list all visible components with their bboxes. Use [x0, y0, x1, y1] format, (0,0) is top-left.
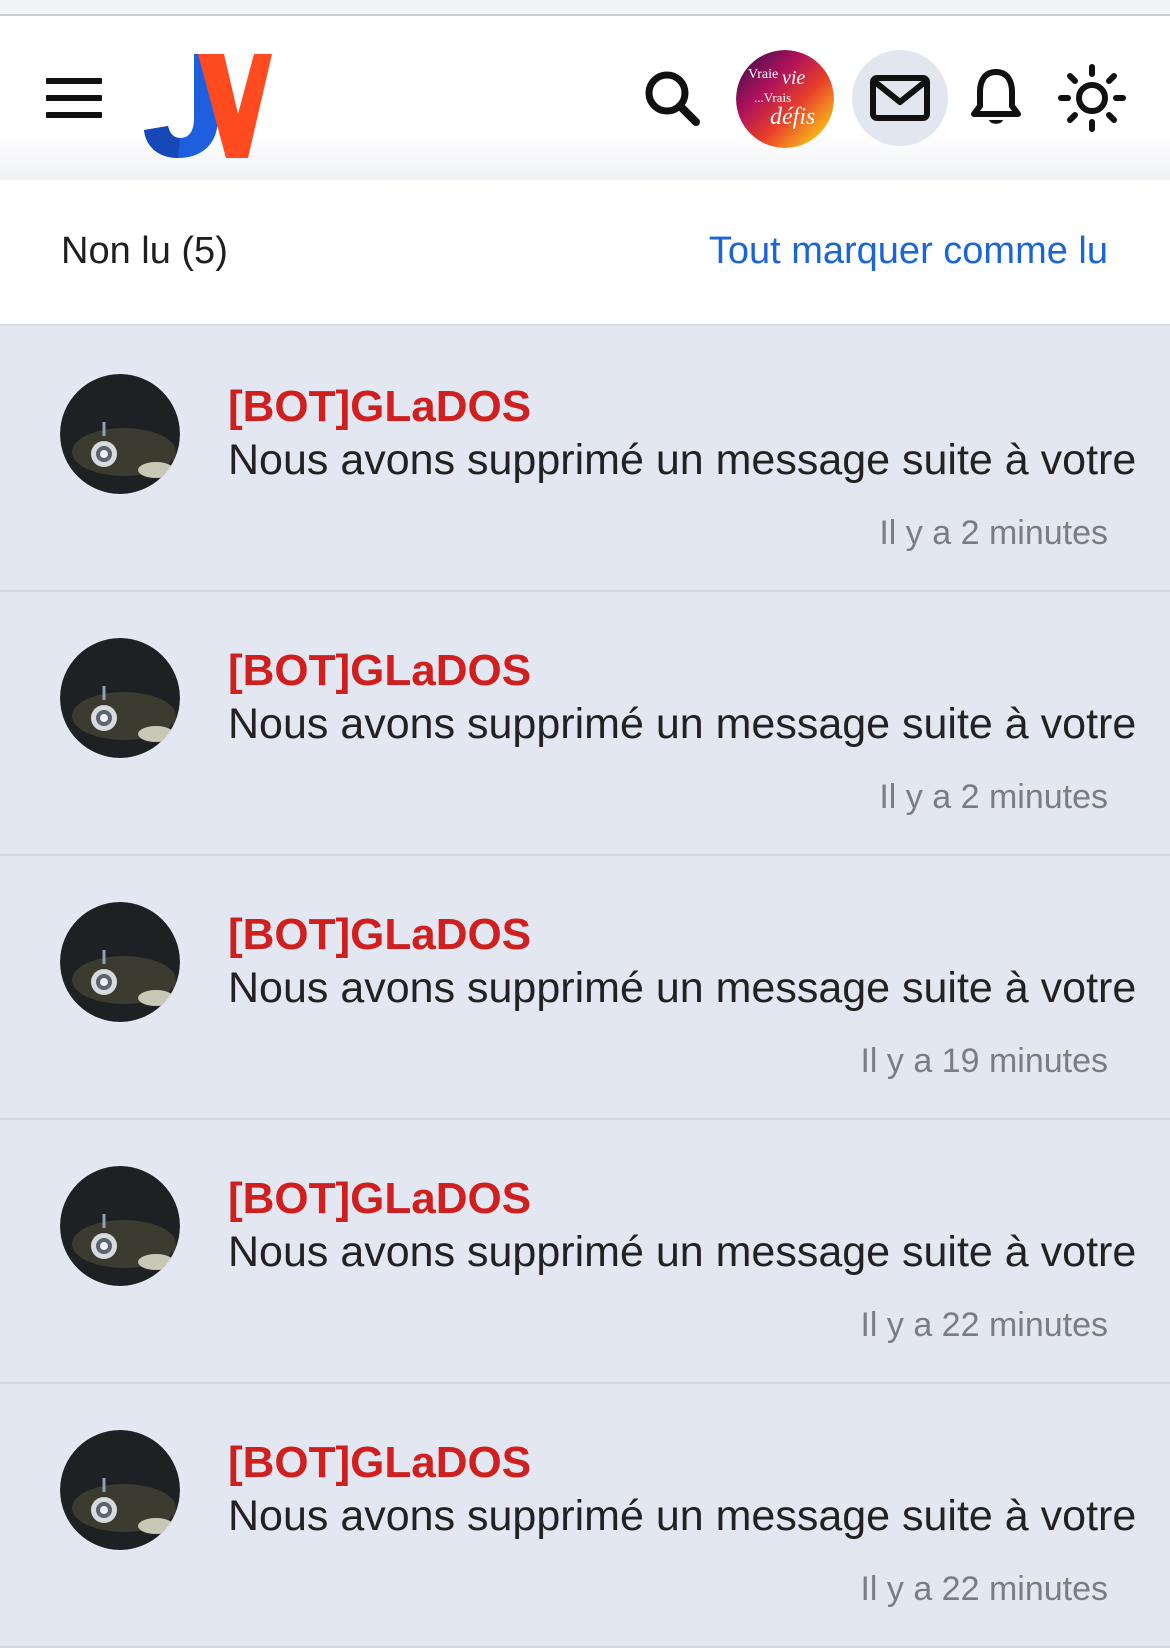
- notifications-subbar: Non lu (5) Tout marquer comme lu: [0, 180, 1170, 326]
- avatar-text-2: vie: [782, 67, 805, 89]
- avatar-text-4: défis: [770, 104, 815, 130]
- search-icon[interactable]: [624, 50, 720, 146]
- unread-count-label: Non lu (5): [61, 230, 228, 272]
- jv-logo[interactable]: [142, 48, 272, 160]
- message-preview: Nous avons supprimé un message suite à v…: [228, 700, 1137, 748]
- menu-icon[interactable]: [46, 78, 102, 118]
- list-item[interactable]: [BOT]GLaDOS Nous avons supprimé un messa…: [0, 1120, 1170, 1384]
- sender-name: [BOT]GLaDOS: [228, 646, 532, 695]
- sender-name: [BOT]GLaDOS: [228, 910, 532, 959]
- avatar-text-3: ...Vrais: [754, 90, 791, 105]
- sender-avatar: [60, 1430, 180, 1550]
- timestamp: Il y a 22 minutes: [860, 1306, 1108, 1344]
- browser-top-strip: [0, 0, 1170, 16]
- timestamp: Il y a 2 minutes: [879, 778, 1108, 816]
- message-preview: Nous avons supprimé un message suite à v…: [228, 1492, 1137, 1540]
- sun-icon[interactable]: [1044, 50, 1140, 146]
- list-item[interactable]: [BOT]GLaDOS Nous avons supprimé un messa…: [0, 1384, 1170, 1648]
- sender-avatar: [60, 374, 180, 494]
- list-item[interactable]: [BOT]GLaDOS Nous avons supprimé un messa…: [0, 328, 1170, 592]
- site-header: Vraie vie ...Vrais défis: [0, 16, 1170, 180]
- notification-list: [BOT]GLaDOS Nous avons supprimé un messa…: [0, 328, 1170, 1648]
- mail-icon[interactable]: [852, 50, 948, 146]
- message-preview: Nous avons supprimé un message suite à v…: [228, 964, 1137, 1012]
- timestamp: Il y a 2 minutes: [879, 514, 1108, 552]
- list-item[interactable]: [BOT]GLaDOS Nous avons supprimé un messa…: [0, 592, 1170, 856]
- avatar-text-1: Vraie: [748, 67, 778, 82]
- message-preview: Nous avons supprimé un message suite à v…: [228, 1228, 1137, 1276]
- user-avatar[interactable]: Vraie vie ...Vrais défis: [736, 50, 834, 148]
- message-preview: Nous avons supprimé un message suite à v…: [228, 436, 1137, 484]
- bell-icon[interactable]: [948, 50, 1044, 146]
- list-item[interactable]: [BOT]GLaDOS Nous avons supprimé un messa…: [0, 856, 1170, 1120]
- sender-avatar: [60, 638, 180, 758]
- sender-name: [BOT]GLaDOS: [228, 1174, 532, 1223]
- sender-avatar: [60, 902, 180, 1022]
- sender-avatar: [60, 1166, 180, 1286]
- sender-name: [BOT]GLaDOS: [228, 1438, 532, 1487]
- timestamp: Il y a 22 minutes: [860, 1570, 1108, 1608]
- mark-all-read-link[interactable]: Tout marquer comme lu: [709, 230, 1108, 273]
- timestamp: Il y a 19 minutes: [860, 1042, 1108, 1080]
- sender-name: [BOT]GLaDOS: [228, 382, 532, 431]
